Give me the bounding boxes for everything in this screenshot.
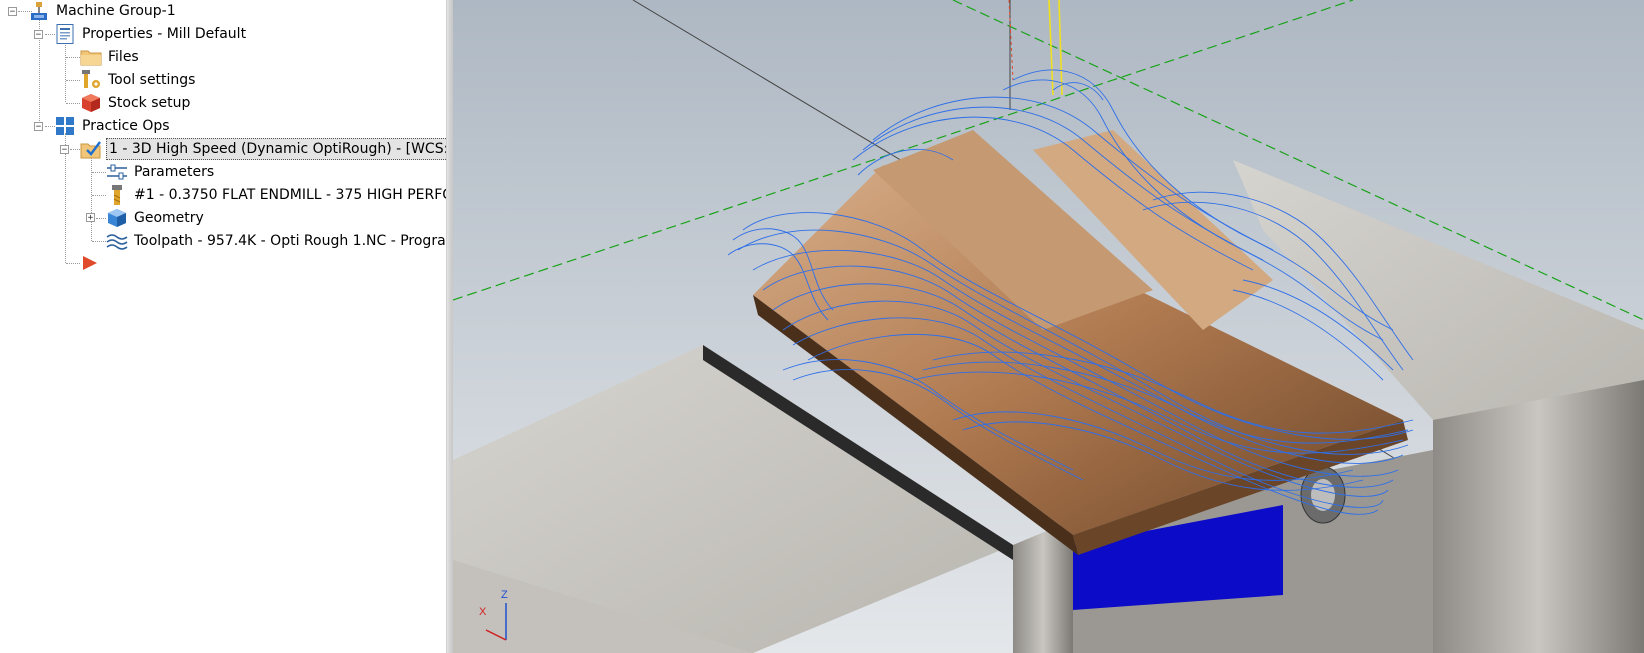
tool-settings-icon [80,70,102,90]
insert-arrow[interactable] [80,252,106,274]
triad-z-label: Z [501,589,508,601]
expand-toggle[interactable]: + [86,213,95,223]
triad-x-label: X [479,606,487,618]
tree-item-label: Toolpath - 957.4K - Opti Rough 1.NC - Pr… [134,233,446,249]
tree-item-label: Properties - Mill Default [82,26,247,42]
tree-item-toolpath[interactable]: Toolpath - 957.4K - Opti Rough 1.NC - Pr… [106,230,446,252]
tree-item-label: Tool settings [108,72,196,88]
tree-connector [66,80,80,81]
tree-item-tool[interactable]: #1 - 0.3750 FLAT ENDMILL - 375 HIGH PERF… [106,184,446,206]
collapse-toggle[interactable]: − [34,30,43,40]
tree-connector [70,149,80,150]
insert-arrow-icon [80,253,102,273]
tree-item-label: Parameters [134,164,215,180]
collapse-toggle[interactable]: − [34,122,43,132]
collapse-toggle[interactable]: − [8,7,17,17]
tree-item-geometry[interactable]: Geometry [106,207,206,229]
tree-connector [96,218,106,219]
properties-icon [54,24,76,44]
tree-connector [92,241,106,242]
tree-item-stock-setup[interactable]: Stock setup [80,92,192,114]
machine-icon [28,1,50,21]
tree-item-machine-group[interactable]: Machine Group-1 [28,0,178,22]
scene-3d: Z X [453,0,1644,653]
toolpath-waves-icon [106,231,128,251]
tree-item-files[interactable]: Files [80,46,141,68]
parameters-icon [106,162,128,182]
tree-connector [92,172,106,173]
graphics-viewport[interactable]: Z X [453,0,1644,653]
tree-connector [65,42,66,102]
collapse-toggle[interactable]: − [60,145,69,155]
tree-connector [66,57,80,58]
tree-item-tool-settings[interactable]: Tool settings [80,69,197,91]
tree-item-operation[interactable]: 1 - 3D High Speed (Dynamic OptiRough) - … [80,138,446,160]
tree-item-label: Practice Ops [82,118,170,134]
toolpath-group-icon [54,116,76,136]
geometry-icon [106,208,128,228]
operations-tree-panel[interactable]: − − − − + Machine Group-1 Properties - M… [0,0,446,653]
operation-folder-check-icon [80,139,102,159]
tree-connector [66,103,80,104]
tree-item-label: 1 - 3D High Speed (Dynamic OptiRough) - … [106,138,446,160]
tree-item-parameters[interactable]: Parameters [106,161,216,183]
tree-item-label: Stock setup [108,95,191,111]
tree-item-properties[interactable]: Properties - Mill Default [54,23,248,45]
folder-icon [80,47,102,67]
tree-item-label: Geometry [134,210,204,226]
tree-item-label: Machine Group-1 [56,3,176,19]
tree-item-practice-ops[interactable]: Practice Ops [54,115,172,137]
vise-jaw-right-side [1433,380,1644,653]
endmill-icon [106,185,128,205]
tree-connector [92,195,106,196]
tree-connector [91,157,92,241]
stock-cube-icon [80,93,102,113]
tree-connector [66,263,80,264]
tree-item-label: #1 - 0.3750 FLAT ENDMILL - 375 HIGH PERF… [134,187,446,203]
tree-item-label: Files [108,49,139,65]
